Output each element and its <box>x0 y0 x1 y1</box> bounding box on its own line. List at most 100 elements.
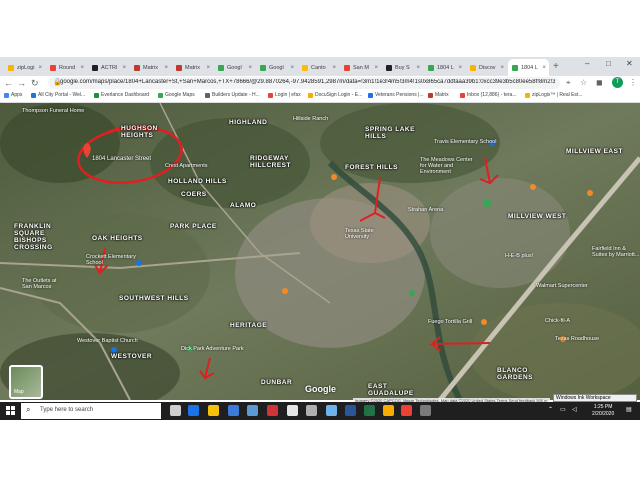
browser-tab[interactable]: Round × <box>46 59 87 76</box>
tab-label: Matrix <box>143 64 158 71</box>
bookmark-item[interactable]: Apps <box>4 92 22 98</box>
bookmark-item[interactable]: Veterans Pensions |... <box>368 92 424 98</box>
network-icon[interactable]: ▭ <box>560 406 566 413</box>
app-icon[interactable] <box>383 405 394 416</box>
place-label[interactable]: Texas Roadhouse <box>555 336 599 342</box>
bookmark-item[interactable]: zipLogix™ | Real Est... <box>525 92 583 98</box>
browser-tab[interactable]: Googl × <box>214 59 255 76</box>
tab-close-icon[interactable]: × <box>38 65 42 71</box>
map-layer-toggle[interactable]: Map <box>9 365 43 399</box>
browser-tab[interactable]: ACTRI × <box>88 59 129 76</box>
tab-close-icon[interactable]: × <box>122 65 126 71</box>
bookmark-item[interactable]: Inbox (12,886) - tera... <box>460 92 516 98</box>
app-icon[interactable] <box>287 405 298 416</box>
place-label[interactable]: Hillside Ranch <box>293 116 328 122</box>
menu-icon[interactable]: ⋮ <box>629 78 637 87</box>
maximize-button[interactable]: □ <box>606 59 611 68</box>
file-explorer-icon[interactable] <box>208 405 219 416</box>
extension-icon[interactable]: ◼ <box>596 78 603 87</box>
tab-close-icon[interactable]: × <box>80 65 84 71</box>
place-label[interactable]: Dick Park Adventure Park <box>181 346 244 352</box>
location-icon[interactable]: ⌖ <box>566 78 571 88</box>
mail-icon[interactable] <box>247 405 258 416</box>
tab-close-icon[interactable]: × <box>248 65 252 71</box>
browser-tab[interactable]: Buy S × <box>382 59 423 76</box>
close-window-button[interactable]: ✕ <box>626 59 633 68</box>
place-label[interactable]: Strahan Arena <box>408 207 443 213</box>
browser-tab[interactable]: zipLogi × <box>4 59 45 76</box>
search-placeholder: Type here to search <box>40 407 94 413</box>
place-label[interactable]: The Meadows Center for Water and Environ… <box>420 157 476 175</box>
place-label[interactable]: Fuego Tortilla Grill <box>428 319 472 325</box>
place-label[interactable]: Crest Apartments <box>165 163 208 169</box>
tab-close-icon[interactable]: × <box>416 65 420 71</box>
back-button[interactable]: ← <box>4 78 13 88</box>
browser-tab[interactable]: San M × <box>340 59 381 76</box>
bookmark-favicon-icon <box>460 92 465 98</box>
tab-close-icon[interactable]: × <box>290 65 294 71</box>
bookmark-item[interactable]: Login | efax <box>268 92 301 98</box>
app-icon[interactable] <box>326 405 337 416</box>
tab-close-icon[interactable]: × <box>458 65 462 71</box>
tab-close-icon[interactable]: × <box>206 65 210 71</box>
tab-close-icon[interactable]: × <box>500 65 504 71</box>
bookmark-item[interactable]: DocuSign Login - E... <box>308 92 362 98</box>
browser-tab[interactable]: 1804 L × <box>508 59 549 76</box>
bookmark-favicon-icon <box>158 92 163 98</box>
place-label[interactable]: Chick-fil-A <box>545 318 570 324</box>
place-label[interactable]: Crockett Elementary School <box>86 254 136 266</box>
bookmark-favicon-icon <box>308 92 313 98</box>
app-icon[interactable] <box>345 405 356 416</box>
tab-favicon-icon <box>260 64 266 71</box>
place-label[interactable]: Walmart Supercenter <box>536 283 588 289</box>
bookmark-star-icon[interactable]: ☆ <box>580 78 587 87</box>
browser-tab[interactable]: 1804 L × <box>424 59 465 76</box>
place-label[interactable]: Texas State University <box>345 228 385 240</box>
neighborhood-label: FOREST HILLS <box>345 164 398 171</box>
tab-close-icon[interactable]: × <box>374 65 378 71</box>
taskbar-clock[interactable]: 1:25 PM 2/20/2020 <box>592 404 614 418</box>
volume-icon[interactable]: ◁ <box>572 406 577 413</box>
bookmark-item[interactable]: Builders Update - H... <box>205 92 260 98</box>
browser-tab[interactable]: Matrix × <box>130 59 171 76</box>
app-icon[interactable] <box>267 405 278 416</box>
browser-tab[interactable]: Canto × <box>298 59 339 76</box>
bookmark-item[interactable]: Everlance Dashboard <box>94 92 149 98</box>
app-icon[interactable] <box>364 405 375 416</box>
place-label[interactable]: H-E-B plus! <box>505 253 533 259</box>
forward-button[interactable]: → <box>17 78 26 88</box>
edge-icon[interactable] <box>188 405 199 416</box>
browser-tab[interactable]: Googl × <box>256 59 297 76</box>
bookmark-label: Inbox (12,886) - tera... <box>467 92 517 98</box>
app-icon[interactable] <box>420 405 431 416</box>
browser-tab[interactable]: Matrix × <box>172 59 213 76</box>
place-label[interactable]: Fairfield Inn & Suites by Marriott... <box>592 246 640 258</box>
store-icon[interactable] <box>228 405 239 416</box>
satellite-map[interactable]: HUGHSON HEIGHTS HIGHLAND SPRING LAKE HIL… <box>0 103 640 400</box>
tab-favicon-icon <box>512 64 518 71</box>
bookmark-favicon-icon <box>31 92 36 98</box>
tab-close-icon[interactable]: × <box>332 65 336 71</box>
address-label[interactable]: 1804 Lancaster Street <box>92 156 151 162</box>
tab-close-icon[interactable]: × <box>164 65 168 71</box>
place-label[interactable]: The Outlets at San Marcos <box>22 278 67 290</box>
chrome-icon[interactable] <box>401 405 412 416</box>
tab-close-icon[interactable]: × <box>542 65 546 71</box>
place-label[interactable]: Travis Elementary School <box>434 139 496 145</box>
notification-icon[interactable]: ▤ <box>626 406 632 413</box>
minimize-button[interactable]: – <box>585 59 589 68</box>
browser-tab[interactable]: Discov × <box>466 59 507 76</box>
tab-label: Googl <box>269 64 284 71</box>
windows-start-icon[interactable] <box>6 406 16 416</box>
app-icon[interactable] <box>306 405 317 416</box>
bookmark-item[interactable]: Google Maps <box>158 92 195 98</box>
profile-avatar[interactable]: T <box>612 77 623 88</box>
new-tab-button[interactable]: + <box>553 61 559 72</box>
bookmark-item[interactable]: Matrix <box>428 92 449 98</box>
place-label[interactable]: Westover Baptist Church <box>77 338 138 344</box>
show-hidden-icons-icon[interactable]: ⌃ <box>548 406 553 413</box>
reload-button[interactable]: ↻ <box>31 78 39 89</box>
bookmark-item[interactable]: All City Portal - Wel... <box>31 92 85 98</box>
task-view-icon[interactable] <box>170 405 181 416</box>
place-label[interactable]: Thompson Funeral Home <box>22 108 84 114</box>
